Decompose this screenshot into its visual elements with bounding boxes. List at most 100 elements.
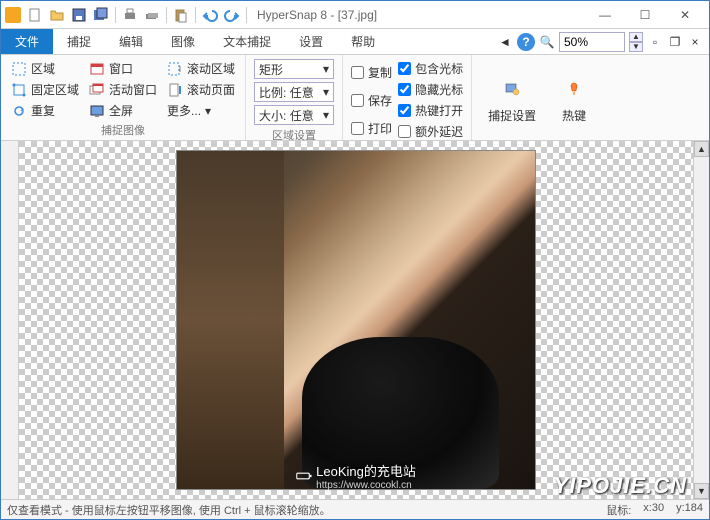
- tab-file[interactable]: 文件: [1, 29, 53, 54]
- tab-textcapture[interactable]: 文本捕捉: [209, 29, 285, 54]
- status-mode-text: 仅查看模式 - 使用鼠标左按钮平移图像, 使用 Ctrl + 鼠标滚轮缩放。: [7, 502, 331, 518]
- status-y: y:184: [676, 502, 703, 518]
- capture-more-button[interactable]: 更多... ▾: [165, 101, 237, 120]
- capture-scroll-region-button[interactable]: 滚动区域: [165, 59, 237, 78]
- scroll-up-button[interactable]: ▲: [694, 141, 709, 157]
- chevron-down-icon: ▾: [323, 108, 329, 122]
- label: 保存: [368, 92, 392, 109]
- ribbon: 区域 固定区域 重复 窗口 活动窗口 全屏 滚动区域 滚动页面 更多... ▾ …: [1, 55, 709, 141]
- tab-help[interactable]: 帮助: [337, 29, 389, 54]
- close-doc-icon[interactable]: ×: [687, 34, 703, 50]
- window-title: HyperSnap 8 - [37.jpg]: [257, 8, 377, 22]
- qat-separator: [195, 7, 196, 23]
- qat-printmany-icon[interactable]: [142, 5, 162, 25]
- hotkey-open-checkbox[interactable]: 热键打开: [398, 101, 463, 120]
- window-icon: [89, 61, 105, 77]
- qat-saveall-icon[interactable]: [91, 5, 111, 25]
- qat-separator: [246, 7, 247, 23]
- value: 大小: 任意: [259, 107, 314, 124]
- capture-active-window-button[interactable]: 活动窗口: [87, 80, 159, 99]
- hotkeys-icon: [558, 73, 590, 105]
- tab-capture[interactable]: 捕捉: [53, 29, 105, 54]
- scroll-page-icon: [167, 82, 183, 98]
- canvas-area: LeoKing的充电站 https://www.cocokl.cn YIPOJI…: [1, 141, 709, 499]
- capture-repeat-button[interactable]: 重复: [9, 101, 81, 120]
- scroll-region-icon: [167, 61, 183, 77]
- ribbon-group-auto: 复制 保存 打印 包含光标 隐藏光标 热键打开 额外延迟 自动: [343, 55, 472, 140]
- zoom-up-button[interactable]: ▲: [629, 32, 643, 42]
- tab-edit[interactable]: 编辑: [105, 29, 157, 54]
- qat-open-icon[interactable]: [47, 5, 67, 25]
- corner-watermark: YIPOJIE.CN: [554, 473, 687, 499]
- chevron-down-icon: ▾: [323, 62, 329, 76]
- auto-save-checkbox[interactable]: 保存: [351, 91, 392, 110]
- chevron-down-icon: ▾: [205, 104, 211, 118]
- hide-cursor-checkbox[interactable]: 隐藏光标: [398, 80, 463, 99]
- size-dropdown[interactable]: 大小: 任意 ▾: [254, 105, 334, 125]
- value: 矩形: [259, 61, 283, 78]
- qat-paste-icon[interactable]: [171, 5, 191, 25]
- help-icon[interactable]: ?: [517, 33, 535, 51]
- hotkeys-button[interactable]: 热键: [550, 59, 598, 138]
- vertical-scrollbar[interactable]: ▲ ▼: [693, 141, 709, 499]
- search-icon[interactable]: 🔍: [539, 34, 555, 50]
- capture-scroll-page-button[interactable]: 滚动页面: [165, 80, 237, 99]
- qat-print-icon[interactable]: [120, 5, 140, 25]
- extra-delay-checkbox[interactable]: 额外延迟: [398, 122, 463, 141]
- scroll-down-button[interactable]: ▼: [694, 483, 709, 499]
- label: 隐藏光标: [415, 81, 463, 98]
- capture-fullscreen-button[interactable]: 全屏: [87, 101, 159, 120]
- tab-image[interactable]: 图像: [157, 29, 209, 54]
- label: 窗口: [109, 60, 133, 77]
- qat-separator: [115, 7, 116, 23]
- label: 打印: [368, 120, 392, 137]
- fixed-region-icon: [11, 82, 27, 98]
- label: 滚动页面: [187, 81, 235, 98]
- region-icon: [11, 61, 27, 77]
- tab-settings[interactable]: 设置: [285, 29, 337, 54]
- status-mouse-label: 鼠标:: [606, 502, 631, 518]
- capture-window-button[interactable]: 窗口: [87, 59, 159, 78]
- capture-region-button[interactable]: 区域: [9, 59, 81, 78]
- battery-icon: [296, 468, 312, 484]
- window-controls: — ☐ ✕: [585, 2, 705, 28]
- label: 热键打开: [415, 102, 463, 119]
- zoom-input[interactable]: [559, 32, 625, 52]
- close-button[interactable]: ✕: [665, 2, 705, 28]
- fullscreen-icon: [89, 103, 105, 119]
- watermark: LeoKing的充电站 https://www.cocokl.cn: [296, 461, 416, 491]
- capture-fixed-region-button[interactable]: 固定区域: [9, 80, 81, 99]
- value: 比例: 任意: [259, 84, 314, 101]
- label: 捕捉设置: [488, 107, 536, 124]
- shape-dropdown[interactable]: 矩形 ▾: [254, 59, 334, 79]
- minimize-button[interactable]: —: [585, 2, 625, 28]
- image-viewport[interactable]: LeoKing的充电站 https://www.cocokl.cn YIPOJI…: [19, 141, 693, 499]
- qat-undo-icon[interactable]: [200, 5, 220, 25]
- statusbar: 仅查看模式 - 使用鼠标左按钮平移图像, 使用 Ctrl + 鼠标滚轮缩放。 鼠…: [1, 499, 709, 519]
- ratio-dropdown[interactable]: 比例: 任意 ▾: [254, 82, 334, 102]
- group-label: 捕捉图像: [9, 120, 237, 138]
- qat-separator: [166, 7, 167, 23]
- qat-redo-icon[interactable]: [222, 5, 242, 25]
- chevron-down-icon: ▾: [323, 85, 329, 99]
- label: 活动窗口: [109, 81, 157, 98]
- capture-settings-button[interactable]: 捕捉设置: [480, 59, 544, 138]
- app-icon: [5, 7, 21, 23]
- qat-new-icon[interactable]: [25, 5, 45, 25]
- auto-copy-checkbox[interactable]: 复制: [351, 63, 392, 82]
- include-cursor-checkbox[interactable]: 包含光标: [398, 59, 463, 78]
- titlebar: HyperSnap 8 - [37.jpg] — ☐ ✕: [1, 1, 709, 29]
- zoom-down-button[interactable]: ▼: [629, 42, 643, 52]
- label: 区域: [31, 60, 55, 77]
- watermark-main: LeoKing的充电站: [316, 461, 416, 480]
- qat-save-icon[interactable]: [69, 5, 89, 25]
- minimize-ribbon-icon[interactable]: ▫: [647, 34, 663, 50]
- auto-print-checkbox[interactable]: 打印: [351, 119, 392, 138]
- ribbon-tabs: 文件 捕捉 编辑 图像 文本捕捉 设置 帮助 ◄ ? 🔍 ▲ ▼ ▫ ❐ ×: [1, 29, 709, 55]
- restore-icon[interactable]: ❐: [667, 34, 683, 50]
- nav-back-icon[interactable]: ◄: [497, 34, 513, 50]
- label: 更多...: [167, 102, 201, 119]
- maximize-button[interactable]: ☐: [625, 2, 665, 28]
- scroll-track[interactable]: [694, 157, 709, 483]
- label: 包含光标: [415, 60, 463, 77]
